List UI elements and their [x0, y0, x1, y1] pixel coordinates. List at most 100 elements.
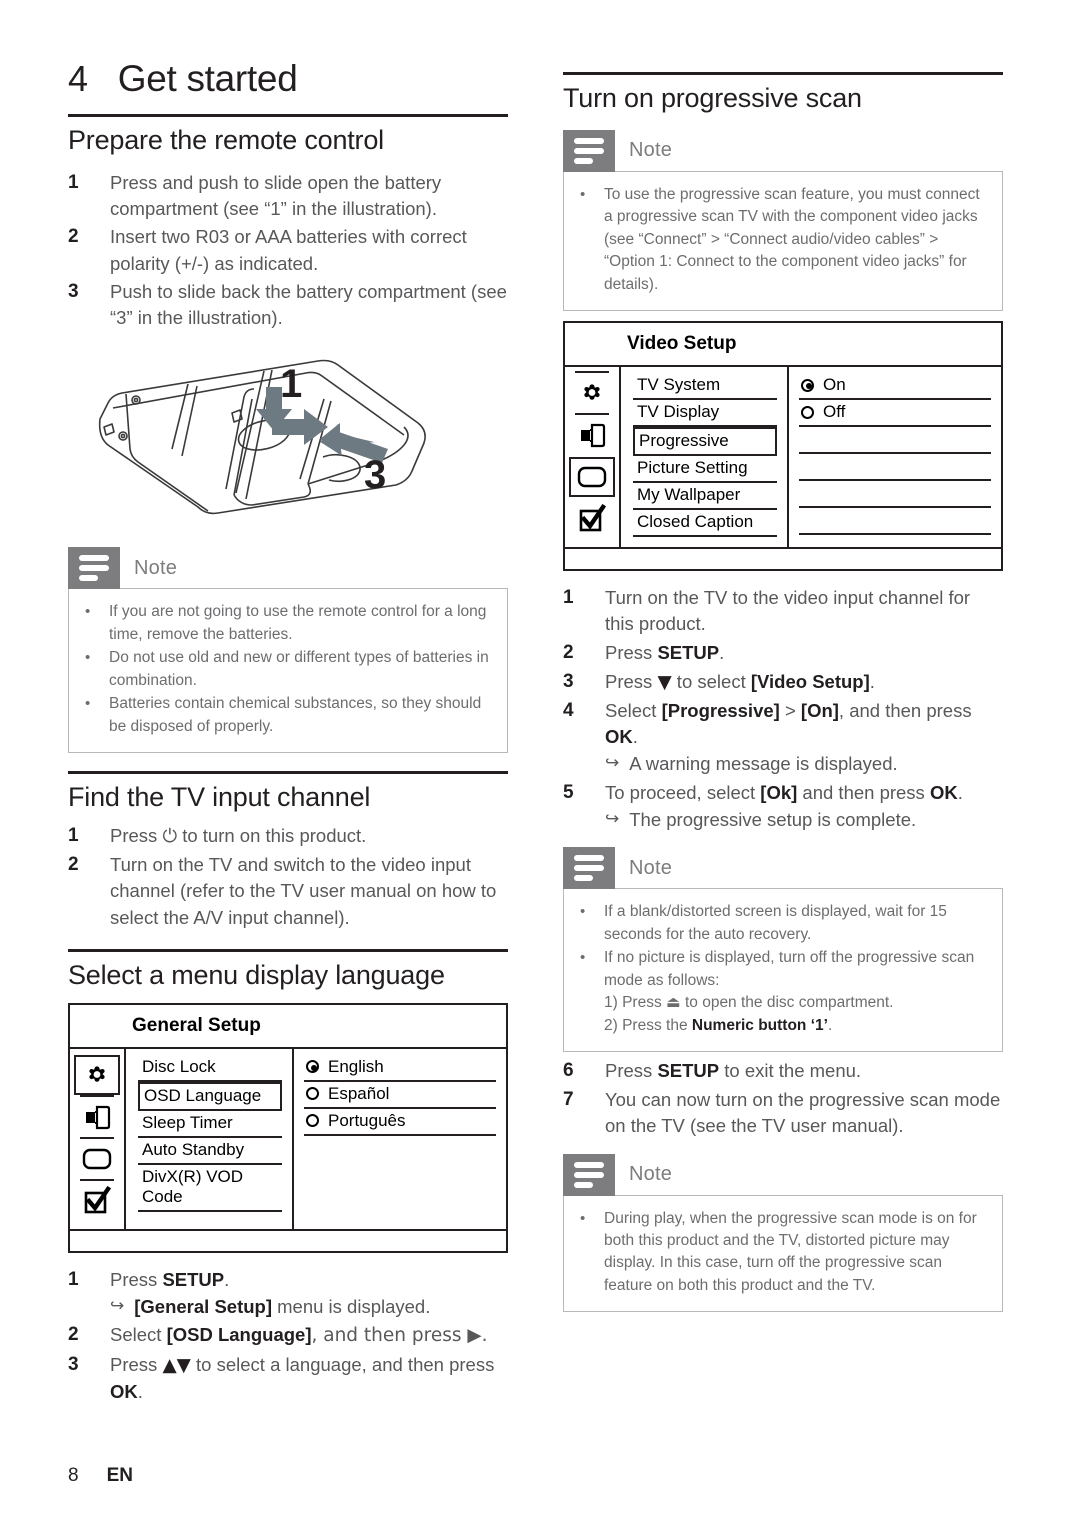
- right-column: Turn on progressive scan Note • To use t…: [563, 58, 1003, 1318]
- up-down-arrows-icon: ▲▼: [162, 1354, 191, 1376]
- tv-display-icon[interactable]: [74, 1136, 120, 1179]
- left-column: 4 Get started Prepare the remote control…: [68, 58, 508, 1407]
- checkbox-check-icon[interactable]: [569, 499, 615, 539]
- section-divider: [563, 72, 1003, 75]
- step-substep: ↪ The progressive setup is complete.: [605, 807, 1003, 833]
- note-item: • During play, when the progressive scan…: [580, 1208, 986, 1298]
- menu-language-steps: 1 Press SETUP. ↪ [General Setup] menu is…: [68, 1267, 508, 1405]
- note-label: Note: [134, 556, 178, 579]
- menu-item[interactable]: Closed Caption: [633, 510, 777, 538]
- icon-divider: [80, 1178, 114, 1181]
- note-lines-icon: [563, 1153, 615, 1196]
- section-heading-menu-language: Select a menu display language: [68, 959, 445, 990]
- step-item: 1 Press SETUP. ↪ [General Setup] menu is…: [68, 1267, 508, 1321]
- icon-divider: [80, 1136, 114, 1139]
- page-language-code: EN: [106, 1465, 133, 1486]
- tv-display-icon[interactable]: [569, 457, 615, 498]
- note-item-text: To use the progressive scan feature, you…: [604, 185, 980, 293]
- osd-icon-rail: [70, 1048, 126, 1229]
- menu-item[interactable]: TV Display: [633, 400, 777, 428]
- step-number: 1: [68, 1268, 79, 1290]
- step-item: 7 You can now turn on the progressive sc…: [563, 1087, 1003, 1140]
- step-substep: ↪ A warning message is displayed.: [605, 751, 1003, 777]
- menu-item[interactable]: Auto Standby: [138, 1138, 282, 1165]
- section-heading-find-tv-input: Find the TV input channel: [68, 782, 371, 813]
- bullet-icon: •: [580, 903, 586, 921]
- sub-text: [General Setup] menu is displayed.: [134, 1295, 431, 1317]
- option-row-empty: [799, 427, 991, 455]
- step-item: 3 Push to slide back the battery compart…: [68, 279, 508, 332]
- osd-menu-items: Disc Lock OSD Language Sleep Timer Auto …: [126, 1049, 292, 1229]
- menu-item[interactable]: My Wallpaper: [633, 483, 777, 511]
- step-text: You can now turn on the progressive scan…: [605, 1088, 1001, 1137]
- step-item: 1 Press ⏻ to turn on this product.: [68, 823, 508, 850]
- note-lines-icon: [68, 547, 120, 590]
- option-row[interactable]: On: [799, 373, 991, 401]
- step-item: 1 Turn on the TV to the video input chan…: [563, 585, 1003, 638]
- chapter-number: 4: [68, 58, 88, 99]
- step-text: Press ▲▼ to select a language, and then …: [110, 1353, 495, 1402]
- note-item: • If no picture is displayed, turn off t…: [580, 947, 986, 1037]
- remote-illustration-svg: 1 3: [98, 360, 426, 515]
- step-item: 6 Press SETUP to exit the menu.: [563, 1058, 1003, 1085]
- step-number: 1: [68, 824, 79, 846]
- note-box-progressive-requirements: Note • To use the progressive scan featu…: [563, 129, 1003, 312]
- page-footer: 8 EN: [68, 1465, 133, 1487]
- step-text: Press SETUP.: [605, 641, 725, 663]
- step-number: 1: [563, 587, 574, 609]
- note-item: • If a blank/distorted screen is display…: [580, 901, 986, 946]
- bullet-icon: •: [580, 1209, 586, 1227]
- gear-icon[interactable]: [569, 371, 615, 413]
- note-header: Note: [68, 547, 508, 590]
- note-body: • If you are not going to use the remote…: [68, 588, 508, 754]
- option-row[interactable]: Off: [799, 400, 991, 428]
- menu-item[interactable]: DivX(R) VOD Code: [138, 1165, 282, 1212]
- option-row[interactable]: English: [304, 1055, 496, 1082]
- progressive-scan-steps-continued: 6 Press SETUP to exit the menu. 7 You ca…: [563, 1058, 1003, 1140]
- osd-menu-items: TV System TV Display Progressive Picture…: [621, 367, 787, 547]
- note-lines-icon: [563, 129, 615, 172]
- option-row[interactable]: Português: [304, 1109, 496, 1136]
- menu-item[interactable]: Disc Lock: [138, 1055, 282, 1082]
- note-header: Note: [563, 847, 1003, 890]
- note-item: • To use the progressive scan feature, y…: [580, 184, 986, 296]
- note-label: Note: [629, 856, 673, 879]
- step-number: 2: [563, 641, 574, 663]
- step-item: 3 Press ▼ to select [Video Setup].: [563, 669, 1003, 696]
- speaker-icon[interactable]: [74, 1094, 120, 1137]
- step-number: 2: [68, 854, 79, 876]
- note-item: • Do not use old and new or different ty…: [85, 647, 491, 692]
- menu-item[interactable]: Picture Setting: [633, 456, 777, 484]
- osd-video-setup: Video Setup TV System TV Display Progres…: [563, 321, 1003, 572]
- section-divider: [68, 948, 508, 952]
- osd-general-setup: General Setup Disc Lock OSD Language Sle…: [68, 1002, 508, 1253]
- menu-item-selected[interactable]: Progressive: [633, 427, 777, 457]
- note-sub-item: 2) Press the Numeric button ‘1’.: [604, 1016, 833, 1034]
- option-label: Português: [328, 1110, 406, 1130]
- step-text: Select [Progressive] > [On], and then pr…: [605, 698, 1003, 778]
- option-row[interactable]: Español: [304, 1082, 496, 1109]
- step-item: 2 Press SETUP.: [563, 640, 1003, 667]
- section-divider: [68, 771, 508, 775]
- option-label: Español: [328, 1083, 390, 1103]
- menu-item[interactable]: TV System: [633, 373, 777, 401]
- step-text: To proceed, select [Ok] and then press O…: [605, 780, 1003, 834]
- manual-page: 4 Get started Prepare the remote control…: [0, 0, 1080, 1527]
- note-label: Note: [629, 139, 673, 162]
- menu-item-selected[interactable]: OSD Language: [138, 1081, 282, 1111]
- note-list: • During play, when the progressive scan…: [580, 1208, 986, 1298]
- note-list: • If you are not going to use the remote…: [85, 601, 491, 738]
- speaker-icon[interactable]: [569, 413, 615, 455]
- step-item: 2 Select [OSD Language], and then press …: [68, 1322, 508, 1349]
- radio-selected-icon: [306, 1060, 319, 1074]
- checkbox-check-icon[interactable]: [74, 1178, 120, 1221]
- menu-item[interactable]: Sleep Timer: [138, 1111, 282, 1138]
- radio-icon: [306, 1114, 319, 1128]
- section-heading-progressive-scan: Turn on progressive scan: [563, 83, 862, 113]
- icon-divider: [575, 371, 609, 374]
- bullet-icon: •: [580, 949, 586, 967]
- gear-icon[interactable]: [74, 1054, 120, 1095]
- option-row-empty: [799, 508, 991, 536]
- option-row-empty: [799, 481, 991, 509]
- power-icon: ⏻: [162, 825, 178, 847]
